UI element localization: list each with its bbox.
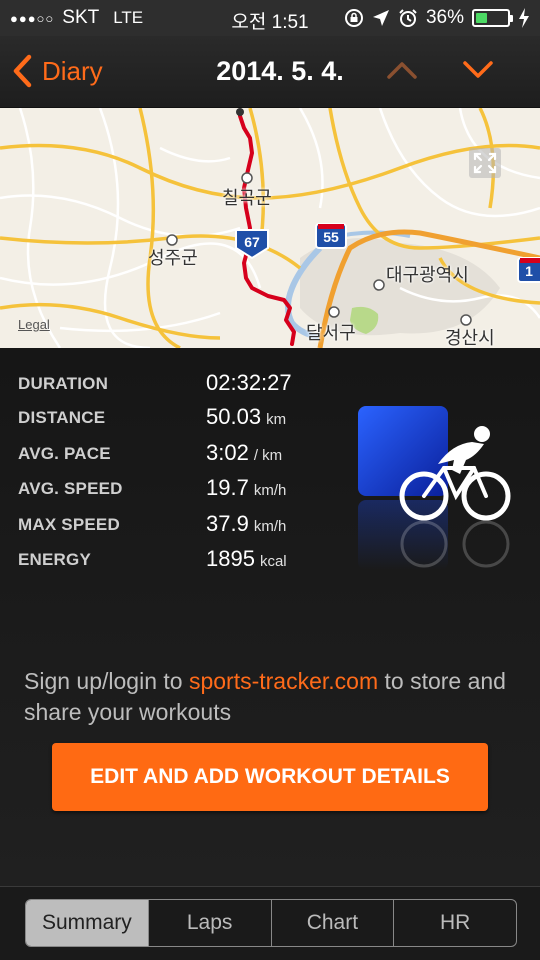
stat-value: 19.7 km/h — [206, 475, 287, 500]
stat-value: 3:02/ km — [206, 440, 283, 465]
location-arrow-icon — [372, 10, 389, 26]
battery-fill — [476, 13, 487, 23]
expand-icon — [473, 152, 497, 174]
map-label-dalseo: 달서구 — [306, 323, 356, 344]
stat-label: AVG. SPEED — [18, 479, 123, 498]
rotation-lock-icon — [344, 9, 363, 27]
cycling-activity-icon — [358, 406, 511, 570]
map-legal-link[interactable]: Legal — [18, 317, 50, 332]
tab-bar: Summary Laps Chart HR — [0, 886, 540, 960]
edit-workout-details-button[interactable]: EDIT AND ADD WORKOUT DETAILS — [52, 743, 488, 811]
stat-value: 50.03 km — [206, 404, 287, 429]
map-label-gyeongsan: 경산시 — [445, 328, 495, 348]
signup-promo-text: Sign up/login to sports-tracker.com to s… — [24, 668, 506, 725]
stat-label: ENERGY — [18, 550, 91, 569]
route-map[interactable]: 칠곡군 성주군 대구광역시 달서구 경산시 67 55 1 Legal — [0, 108, 540, 348]
back-button-label: Diary — [42, 55, 103, 86]
tab-chart[interactable]: Chart — [272, 900, 395, 946]
charging-bolt-icon — [519, 8, 529, 28]
stat-avg-speed: AVG. SPEED 19.7 km/h — [18, 475, 338, 505]
tab-laps[interactable]: Laps — [149, 900, 272, 946]
stat-label: MAX SPEED — [18, 515, 120, 534]
map-label-chilgok: 칠곡군 — [222, 188, 272, 209]
status-right: 36% — [344, 7, 530, 29]
stat-max-speed: MAX SPEED 37.9 km/h — [18, 511, 338, 541]
route-55-number: 55 — [323, 229, 339, 245]
expand-map-button[interactable] — [469, 148, 501, 178]
tab-summary[interactable]: Summary — [26, 900, 149, 946]
route-1-number: 1 — [525, 263, 533, 279]
next-day-chevron-down-icon[interactable] — [462, 60, 494, 80]
stat-label: DURATION — [18, 374, 109, 393]
map-label-seongju: 성주군 — [148, 248, 198, 269]
alarm-clock-icon — [399, 9, 417, 27]
map-label-daegu: 대구광역시 — [386, 265, 469, 286]
segmented-control: Summary Laps Chart HR — [25, 899, 517, 947]
workout-summary: DURATION 02:32:27 DISTANCE 50.03 km AVG. … — [0, 348, 540, 888]
map-background — [0, 108, 540, 348]
stat-distance: DISTANCE 50.03 km — [18, 404, 338, 434]
stat-duration: DURATION 02:32:27 — [18, 370, 338, 400]
stat-label: AVG. PACE — [18, 444, 111, 463]
back-button[interactable]: Diary — [12, 54, 103, 88]
stat-avg-pace: AVG. PACE 3:02/ km — [18, 440, 338, 470]
stat-energy: ENERGY 1895 kcal — [18, 546, 338, 576]
stat-value: 37.9 km/h — [206, 511, 287, 536]
battery-percent: 36% — [425, 7, 464, 28]
nav-bar: Diary 2014. 5. 4. — [0, 36, 540, 108]
page-title: 2014. 5. 4. — [216, 56, 344, 86]
sports-tracker-link[interactable]: sports-tracker.com — [189, 668, 378, 694]
chevron-left-icon — [13, 54, 32, 88]
stat-label: DISTANCE — [18, 408, 106, 427]
stat-value: 1895 kcal — [206, 546, 287, 571]
status-bar: ●●●○○ SKT LTE 오전 1:51 36% — [0, 0, 540, 36]
route-67-number: 67 — [244, 234, 260, 250]
previous-day-chevron-up-icon[interactable] — [386, 60, 418, 80]
battery-icon — [472, 9, 513, 27]
stat-value: 02:32:27 — [206, 370, 292, 395]
tab-hr[interactable]: HR — [394, 900, 516, 946]
